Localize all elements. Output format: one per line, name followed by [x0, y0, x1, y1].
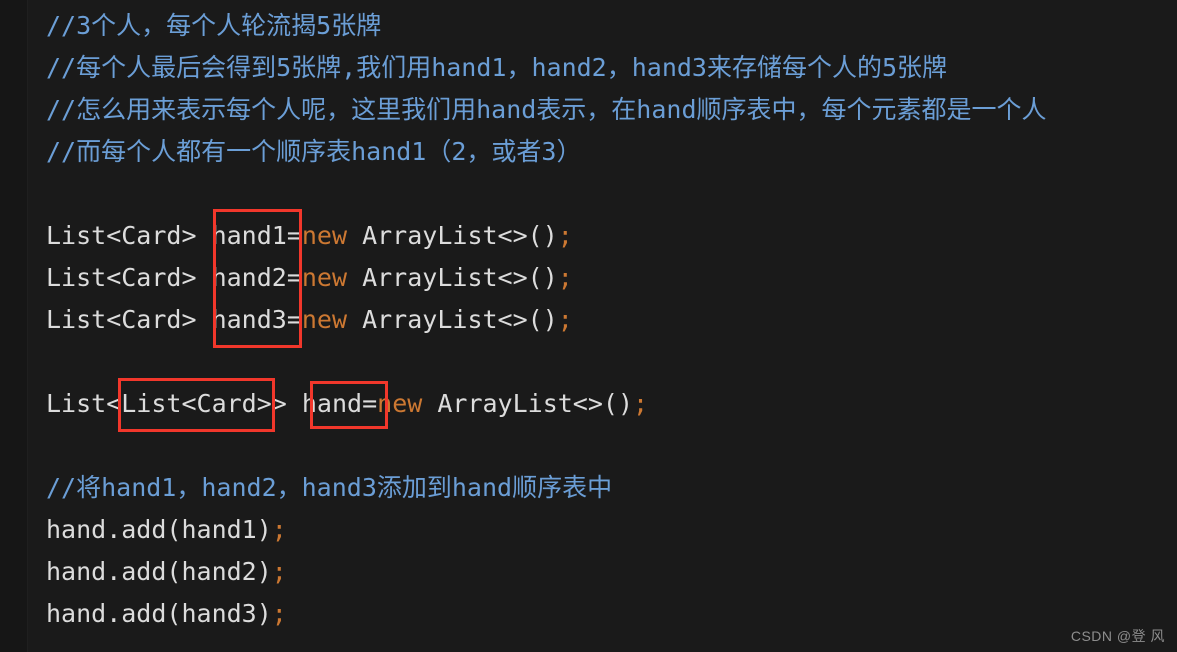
code-token-keyword: new: [301, 263, 348, 292]
csdn-watermark: CSDN @登 风: [1070, 628, 1165, 644]
code-token-semicolon: ;: [271, 599, 287, 628]
code-line[interactable]: List<List<Card>> hand=new ArrayList<>();: [46, 383, 1177, 425]
code-token-plain: List<Card> hand1=: [46, 221, 302, 250]
code-line[interactable]: //3个人，每个人轮流揭5张牌: [46, 5, 1177, 47]
editor-gutter: [0, 0, 28, 652]
code-editor-screenshot: //3个人，每个人轮流揭5张牌 //每个人最后会得到5张牌,我们用hand1，ha…: [0, 0, 1177, 652]
code-token-plain: ArrayList<>(): [347, 305, 558, 334]
code-token-plain: List<List<Card>> hand=: [46, 389, 378, 418]
code-token-plain: hand.add(hand1): [46, 515, 272, 544]
code-comment: //每个人最后会得到5张牌,我们用hand1，hand2，hand3来存储每个人…: [46, 53, 948, 82]
code-token-keyword: new: [377, 389, 423, 418]
code-token-semicolon: ;: [271, 515, 287, 544]
code-line[interactable]: //而每个人都有一个顺序表hand1（2，或者3）: [46, 131, 1177, 173]
code-line[interactable]: hand.add(hand1);: [46, 509, 1177, 551]
code-line[interactable]: List<Card> hand1=new ArrayList<>();: [46, 215, 1177, 257]
code-line-blank[interactable]: [46, 173, 1177, 215]
code-line[interactable]: //将hand1，hand2，hand3添加到hand顺序表中: [46, 467, 1177, 509]
code-line[interactable]: List<Card> hand3=new ArrayList<>();: [46, 299, 1177, 341]
code-line[interactable]: hand.add(hand3);: [46, 593, 1177, 635]
code-line-blank[interactable]: [46, 341, 1177, 383]
code-token-semicolon: ;: [271, 557, 287, 586]
code-content: //3个人，每个人轮流揭5张牌 //每个人最后会得到5张牌,我们用hand1，ha…: [46, 5, 1177, 635]
code-comment: //怎么用来表示每个人呢，这里我们用hand表示，在hand顺序表中，每个元素都…: [46, 95, 1047, 124]
code-token-keyword: new: [301, 305, 348, 334]
code-comment: //将hand1，hand2，hand3添加到hand顺序表中: [46, 473, 613, 502]
code-token-semicolon: ;: [633, 389, 649, 418]
code-token-plain: ArrayList<>(): [422, 389, 634, 418]
code-token-plain: hand.add(hand2): [46, 557, 272, 586]
code-comment: //3个人，每个人轮流揭5张牌: [46, 11, 382, 40]
code-line[interactable]: //怎么用来表示每个人呢，这里我们用hand表示，在hand顺序表中，每个元素都…: [46, 89, 1177, 131]
code-token-plain: ArrayList<>(): [347, 221, 558, 250]
code-token-semicolon: ;: [557, 305, 573, 334]
code-token-plain: hand.add(hand3): [46, 599, 272, 628]
code-comment: //而每个人都有一个顺序表hand1（2，或者3）: [46, 137, 582, 166]
code-token-plain: List<Card> hand3=: [46, 305, 302, 334]
code-token-semicolon: ;: [557, 263, 573, 292]
code-token-plain: List<Card> hand2=: [46, 263, 302, 292]
code-line[interactable]: //每个人最后会得到5张牌,我们用hand1，hand2，hand3来存储每个人…: [46, 47, 1177, 89]
code-line[interactable]: List<Card> hand2=new ArrayList<>();: [46, 257, 1177, 299]
code-line-blank[interactable]: [46, 425, 1177, 467]
code-line[interactable]: hand.add(hand2);: [46, 551, 1177, 593]
code-token-plain: ArrayList<>(): [347, 263, 558, 292]
code-token-keyword: new: [301, 221, 348, 250]
code-token-semicolon: ;: [557, 221, 573, 250]
